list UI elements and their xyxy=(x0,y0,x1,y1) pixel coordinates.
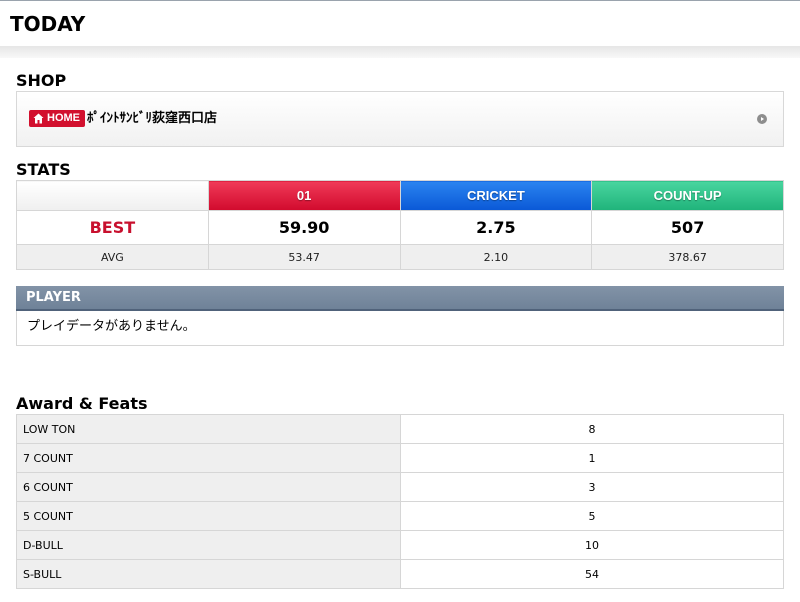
stats-avg-row: AVG 53.47 2.10 378.67 xyxy=(16,244,784,270)
award-name: 5 COUNT xyxy=(16,501,401,531)
circle-arrow-right-icon[interactable] xyxy=(757,114,767,124)
award-row: 6 COUNT 3 xyxy=(16,472,784,502)
award-row: 7 COUNT 1 xyxy=(16,443,784,473)
stats-header-row: 01 CRICKET COUNT-UP xyxy=(16,180,784,211)
stats-table: 01 CRICKET COUNT-UP BEST 59.90 2.75 507 … xyxy=(16,180,784,270)
award-name: LOW TON xyxy=(16,414,401,444)
shop-section-title: SHOP xyxy=(16,71,67,90)
top-bar-shadow xyxy=(0,46,800,58)
avg-label: AVG xyxy=(16,244,209,270)
best-count-up-value: 507 xyxy=(591,210,784,245)
stats-section-title: STATS xyxy=(16,160,71,179)
award-name: S-BULL xyxy=(16,559,401,589)
stats-header-01: 01 xyxy=(207,180,401,211)
award-name: D-BULL xyxy=(16,530,401,560)
stats-header-count-up: COUNT-UP xyxy=(591,180,784,211)
home-badge-label: HOME xyxy=(47,112,80,124)
award-value: 5 xyxy=(400,501,784,531)
page-title: TODAY xyxy=(10,12,86,36)
stats-best-row: BEST 59.90 2.75 507 xyxy=(16,210,784,245)
house-icon xyxy=(33,113,44,124)
avg-count-up-value: 378.67 xyxy=(591,244,784,270)
award-value: 8 xyxy=(400,414,784,444)
stats-header-blank xyxy=(16,180,209,211)
best-label: BEST xyxy=(16,210,209,245)
home-badge: HOME xyxy=(29,110,85,127)
award-row: D-BULL 10 xyxy=(16,530,784,560)
awards-section-title: Award & Feats xyxy=(16,394,148,413)
avg-cricket-value: 2.10 xyxy=(399,244,593,270)
award-row: 5 COUNT 5 xyxy=(16,501,784,531)
award-value: 3 xyxy=(400,472,784,502)
player-empty-message: プレイデータがありません。 xyxy=(16,311,784,346)
player-section-header: PLAYER xyxy=(16,286,784,311)
award-value: 1 xyxy=(400,443,784,473)
shop-name: ﾎﾟｲﾝﾄｻﾝﾋﾞﾘ荻窪西口店 xyxy=(87,111,218,126)
award-row: S-BULL 54 xyxy=(16,559,784,589)
shop-link[interactable]: HOME ﾎﾟｲﾝﾄｻﾝﾋﾞﾘ荻窪西口店 xyxy=(16,91,784,147)
award-value: 10 xyxy=(400,530,784,560)
avg-01-value: 53.47 xyxy=(207,244,401,270)
award-row: LOW TON 8 xyxy=(16,414,784,444)
award-value: 54 xyxy=(400,559,784,589)
award-name: 7 COUNT xyxy=(16,443,401,473)
award-name: 6 COUNT xyxy=(16,472,401,502)
top-bar xyxy=(0,0,800,46)
stats-header-cricket: CRICKET xyxy=(399,180,593,211)
best-01-value: 59.90 xyxy=(207,210,401,245)
awards-table: LOW TON 8 7 COUNT 1 6 COUNT 3 5 COUNT 5 … xyxy=(16,414,784,589)
best-cricket-value: 2.75 xyxy=(399,210,593,245)
